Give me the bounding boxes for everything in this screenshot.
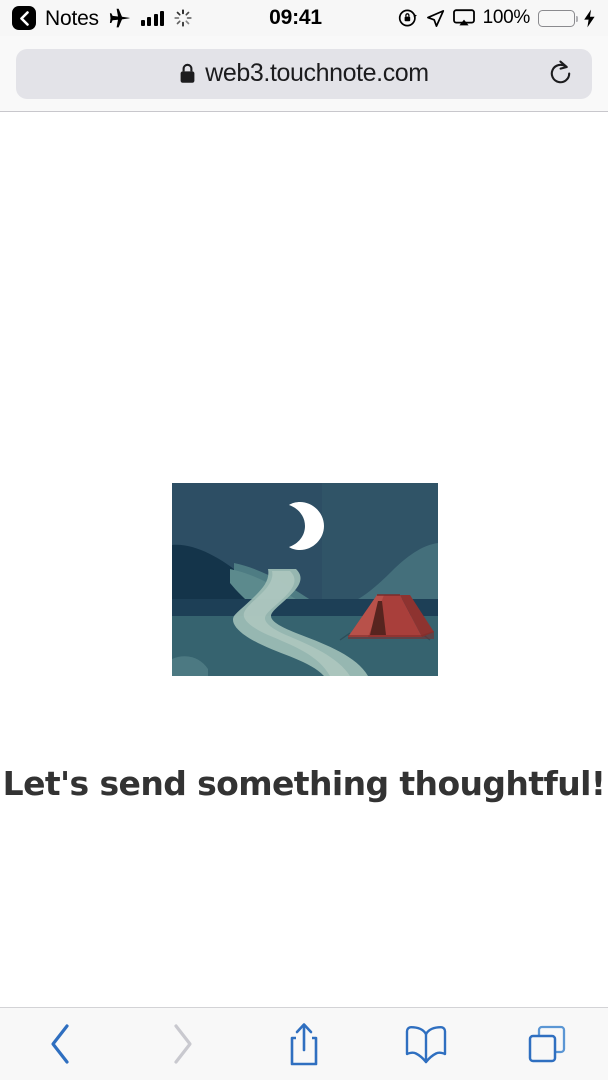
airplay-icon [452, 9, 475, 26]
bookmarks-button[interactable] [365, 1008, 487, 1080]
back-to-app-button[interactable] [12, 6, 36, 30]
chevron-left-icon [19, 10, 29, 26]
page-title: Let's send something thoughtful! [2, 764, 606, 803]
clock: 09:41 [269, 6, 322, 29]
forward-button[interactable] [122, 1008, 244, 1080]
web-page-content: Let's send something thoughtful! [0, 113, 608, 1007]
lightning-bolt-icon [584, 9, 595, 27]
hero-illustration [172, 483, 438, 676]
tabs-button[interactable] [486, 1008, 608, 1080]
cellular-signal-icon [140, 10, 165, 26]
reload-icon [550, 60, 570, 84]
airplane-mode-icon [109, 8, 130, 28]
night-camping-illustration [172, 483, 438, 676]
tabs-icon [528, 1025, 566, 1063]
status-bar-center: 09:41 [193, 6, 397, 30]
activity-spinner-icon [174, 9, 193, 27]
status-bar-left: Notes [12, 6, 193, 30]
browser-header: web3.touchnote.com [0, 36, 608, 112]
rotation-lock-icon [398, 9, 417, 27]
chevron-left-icon [51, 1024, 69, 1064]
address-bar-url[interactable]: web3.touchnote.com [205, 59, 429, 88]
browser-bottom-toolbar [0, 1007, 608, 1080]
address-bar[interactable]: web3.touchnote.com [16, 48, 592, 99]
share-button[interactable] [243, 1008, 365, 1080]
location-arrow-icon [426, 9, 444, 27]
back-to-app-label[interactable]: Notes [45, 8, 99, 29]
book-icon [405, 1026, 446, 1064]
status-bar: Notes 09:41 100% [0, 0, 608, 36]
battery-full-icon [538, 9, 579, 27]
share-icon [290, 1023, 318, 1066]
lock-icon [180, 63, 195, 83]
chevron-right-icon [174, 1024, 192, 1064]
reload-button[interactable] [546, 60, 574, 88]
back-button[interactable] [0, 1008, 122, 1080]
status-bar-right: 100% [398, 7, 596, 29]
battery-percent-label: 100% [482, 7, 531, 28]
